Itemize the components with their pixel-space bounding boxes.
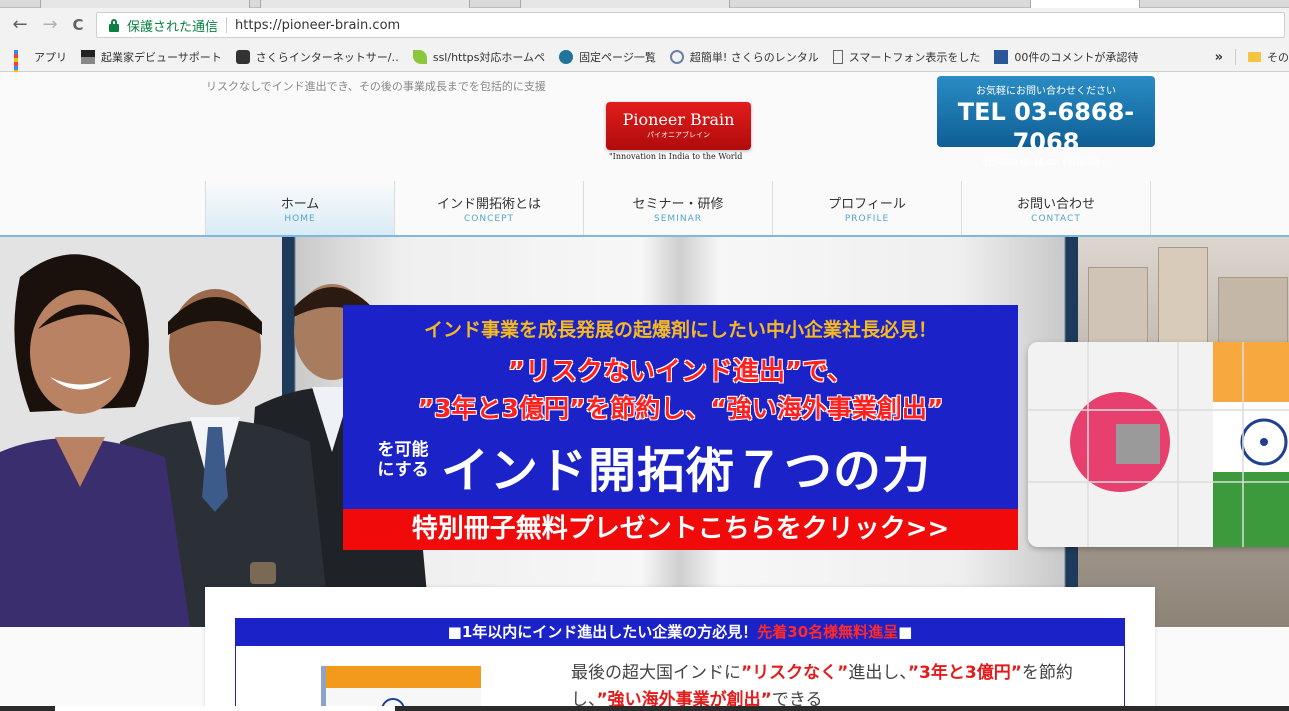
nav-sublabel: CONTACT	[1031, 214, 1081, 224]
main-content: ■1年以内にインド進出したい企業の方必見！先着30名様無料進呈■ 最後の超大国イ…	[205, 587, 1155, 711]
forward-arrow-icon: →	[42, 14, 58, 35]
nav-sublabel: HOME	[284, 214, 316, 224]
tel-hours: 受付時間9:00-18:00(土日祝日除く)	[980, 158, 1112, 167]
bookmark-divider	[1235, 49, 1236, 65]
globe-icon	[669, 49, 684, 64]
logo-text: Pioneer Brain	[622, 110, 735, 129]
site-tagline: リスクなしでインド進出でき、その後の事業成長までを包括的に支援	[206, 80, 546, 93]
nav-sublabel: PROFILE	[844, 214, 890, 224]
address-bar[interactable]: 保護された通信 https://pioneer-brain.com	[96, 12, 1285, 38]
bookmark-item[interactable]: 超簡単! さくらのレンタル	[669, 49, 819, 65]
page-icon	[832, 49, 843, 64]
offer-heading-end: ■	[898, 623, 913, 641]
back-arrow-icon: ←	[12, 14, 28, 35]
nav-label: セミナー・研修	[632, 197, 724, 212]
site-logo[interactable]: Pioneer Brain パイオニアブレイン	[606, 102, 751, 150]
offer-description: 最後の超大国インドに”リスクなく”進出し、”3年と3億円”を節約し、”強い海外事…	[571, 660, 1111, 711]
logo-kana: パイオニアブレイン	[647, 131, 710, 139]
bookmark-label: ssl/https対応ホームペ	[432, 50, 546, 64]
nav-sublabel: SEMINAR	[654, 214, 702, 224]
banner-line-risk-free: ”リスクないインド進出”で、	[507, 357, 854, 387]
bookmark-label: 超簡単! さくらのレンタル	[689, 50, 819, 64]
bookmarks-bar: アプリ 起業家デビューサポート さくらインターネットサー/‥ ssl/https…	[0, 42, 1289, 86]
bookmark-label: アプリ	[34, 50, 67, 64]
nav-item-profile[interactable]: プロフィール PROFILE	[773, 181, 962, 235]
global-navigation: ホーム HOME インド開拓術とは CONCEPT セミナー・研修 SEMINA…	[205, 181, 1151, 235]
bookmark-site-icon	[235, 49, 250, 64]
browser-tab[interactable]	[40, 0, 250, 8]
offer-box: 最後の超大国インドに”リスクなく”進出し、”3年と3億円”を節約し、”強い海外事…	[235, 646, 1125, 711]
bookmark-item[interactable]: 起業家デビューサポート	[81, 49, 222, 65]
offer-heading-bar: ■1年以内にインド進出したい企業の方必見！先着30名様無料進呈■	[235, 618, 1125, 646]
bookmarks-overflow-button[interactable]: »	[1215, 50, 1223, 65]
logo-slogan: "Innovation in India to the World	[609, 152, 743, 161]
bookmark-item[interactable]: ssl/https対応ホームペ	[412, 49, 546, 65]
scrollbar-thumb[interactable]	[55, 706, 395, 711]
nav-item-concept[interactable]: インド開拓術とは CONCEPT	[395, 181, 584, 235]
reload-button[interactable]: C	[68, 15, 88, 35]
bookmarks-overflow-area: » その他	[1215, 42, 1289, 72]
banner-big-title: インド開拓術７つの力	[441, 443, 932, 499]
nav-item-home[interactable]: ホーム HOME	[206, 181, 395, 235]
bookmark-item[interactable]: 00件のコメントが承認待	[994, 49, 1138, 65]
forward-button[interactable]: →	[40, 15, 60, 35]
bookmark-label: 00件のコメントが承認待	[1014, 50, 1139, 64]
tel-number: TEL 03-6868-7068	[957, 98, 1135, 156]
reload-icon: C	[72, 16, 84, 34]
banner-headline: インド事業を成長発展の起爆剤にしたい中小企業社長必見！	[423, 319, 937, 341]
browser-tab-strip	[0, 0, 1289, 8]
bookmark-label: 起業家デビューサポート	[101, 50, 222, 64]
tel-intro: お気軽にお問い合わせください	[976, 86, 1116, 97]
browser-tab[interactable]	[260, 0, 470, 8]
apps-grid-icon	[14, 49, 28, 86]
text-highlight: ”3年と3億円”	[907, 663, 1022, 683]
nav-label: ホーム	[280, 197, 320, 212]
offer-heading-text: ■1年以内にインド進出したい企業の方必見！	[447, 623, 758, 641]
bookmark-site-icon	[81, 49, 95, 64]
bookmark-item[interactable]: スマートフォン表示をした	[832, 49, 981, 65]
japan-india-puzzle-image	[1028, 342, 1289, 547]
bookmark-label: さくらインターネットサー/‥	[255, 50, 399, 64]
web-page: リスクなしでインド進出でき、その後の事業成長までを包括的に支援 Pioneer …	[0, 72, 1289, 711]
offer-heading-highlight: 先着30名様無料進呈	[757, 623, 899, 641]
text-segment: 最後の超大国インドに	[571, 663, 741, 683]
bookmark-item[interactable]: さくらインターネットサー/‥	[235, 49, 399, 65]
text-highlight: ”リスクなく”	[741, 663, 849, 683]
lock-icon	[107, 18, 121, 32]
nav-label: お問い合わせ	[1016, 197, 1095, 212]
browser-tab-active[interactable]	[1030, 0, 1140, 8]
bookmark-label: スマートフォン表示をした	[848, 50, 981, 64]
bookmark-label: 固定ページ一覧	[579, 50, 656, 64]
horizontal-scrollbar[interactable]	[0, 706, 1289, 711]
wordpress-icon	[559, 49, 574, 64]
nav-label: インド開拓術とは	[436, 197, 541, 212]
bookmark-item[interactable]: 固定ページ一覧	[559, 49, 656, 65]
promo-banner[interactable]: インド事業を成長発展の起爆剤にしたい中小企業社長必見！ ”リスクないインド進出”…	[343, 305, 1018, 550]
word-icon	[994, 49, 1009, 64]
text-segment: 進出し、	[848, 663, 908, 683]
banner-line-savings: ”3年と3億円”を節約し、“強い海外事業創出”	[417, 394, 944, 423]
contact-phone-box[interactable]: お気軽にお問い合わせください TEL 03-6868-7068 受付時間9:00…	[937, 76, 1155, 167]
other-bookmarks-folder[interactable]: その他	[1267, 49, 1289, 65]
nav-sublabel: CONCEPT	[464, 214, 514, 224]
free-booklet-cta-button[interactable]: 特別冊子無料プレゼントこちらをクリック>>	[343, 509, 1018, 550]
address-divider	[226, 17, 228, 33]
browser-toolbar: ← → C 保護された通信 https://pioneer-brain.com	[0, 8, 1289, 42]
back-button[interactable]: ←	[10, 15, 30, 35]
bookmark-apps[interactable]: アプリ	[14, 49, 67, 86]
url-text[interactable]: https://pioneer-brain.com	[235, 18, 400, 33]
browser-tab[interactable]	[520, 0, 730, 8]
leaf-icon	[412, 49, 427, 64]
nav-item-contact[interactable]: お問い合わせ CONTACT	[962, 181, 1151, 235]
banner-small-label: を可能にする	[377, 440, 429, 480]
hero-banner[interactable]: インド事業を成長発展の起爆剤にしたい中小企業社長必見！ ”リスクないインド進出”…	[0, 237, 1289, 627]
nav-item-seminar[interactable]: セミナー・研修 SEMINAR	[584, 181, 773, 235]
secure-connection-label[interactable]: 保護された通信	[127, 16, 218, 35]
nav-label: プロフィール	[828, 197, 906, 212]
india-flag-image	[321, 666, 481, 711]
folder-icon	[1248, 52, 1261, 62]
